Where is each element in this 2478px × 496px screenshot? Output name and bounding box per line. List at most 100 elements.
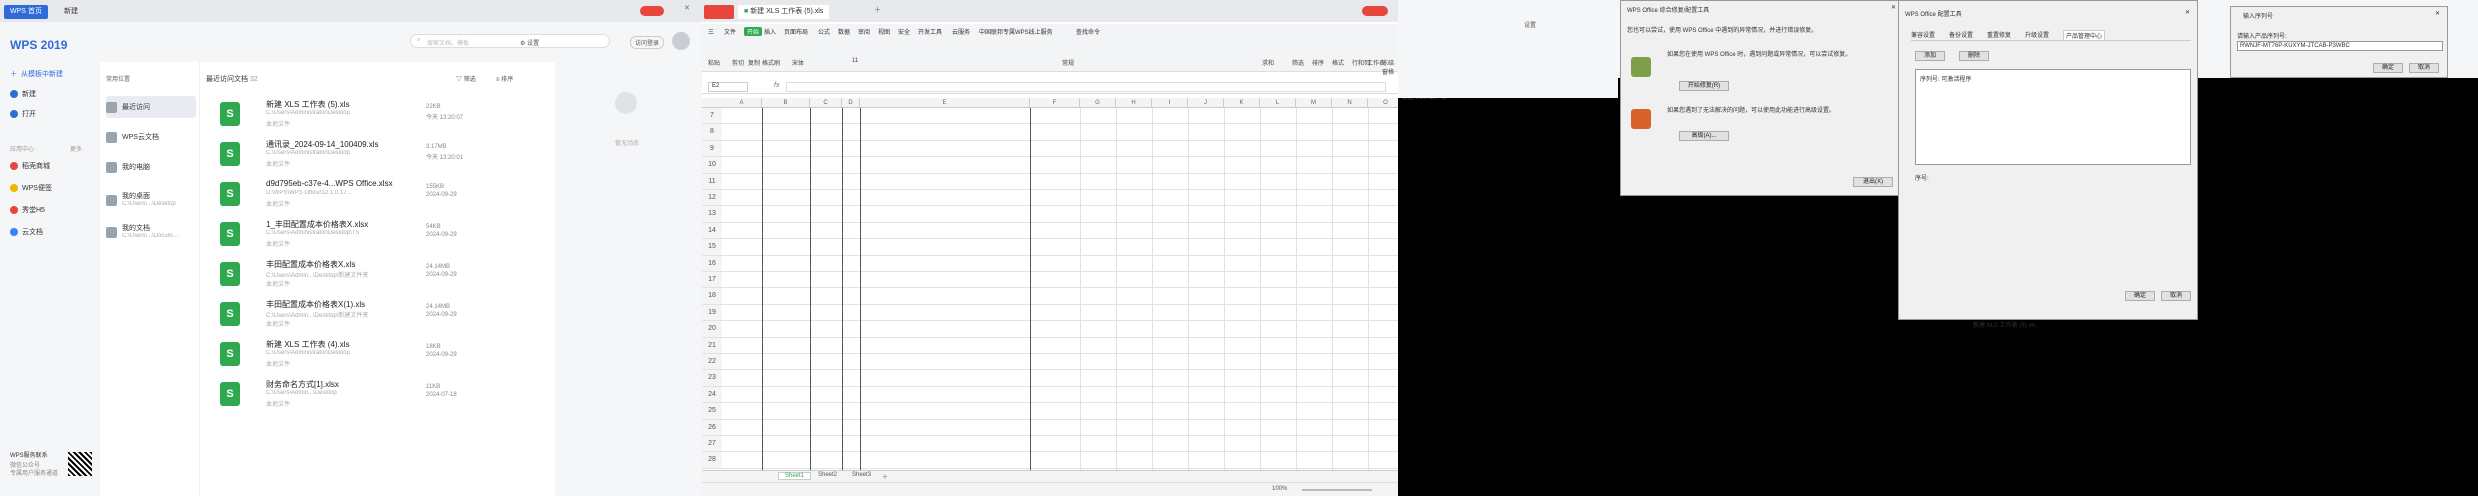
new-tab-icon[interactable]: ＋ — [874, 5, 881, 15]
file-row[interactable]: S 新建 XLS 工作表 (5).xls C:\Users\Administrato… — [220, 98, 540, 138]
ribbon-button[interactable]: 格式刷 — [762, 58, 780, 67]
tab-document[interactable]: ■ 新建 XLS 工作表 (5).xls — [738, 5, 830, 19]
login-badge[interactable] — [640, 6, 664, 16]
ribbon-button[interactable]: 排序 — [1312, 58, 1324, 67]
row-header[interactable]: 18 — [702, 288, 722, 305]
config-cancel-button[interactable]: 取消 — [2161, 291, 2191, 301]
file-row[interactable]: Sd9d795eb-c37e-4...WPS Office.xlsx D:\WPS… — [220, 178, 540, 218]
file-row[interactable]: S 新建 XLS 工作表 (4).xls C:\Users\Administrato… — [220, 338, 540, 378]
ribbon-button[interactable]: 格式 — [1332, 58, 1344, 67]
column-header[interactable]: B — [762, 98, 810, 108]
loc-computer[interactable]: 我的电脑 — [106, 156, 196, 178]
ribbon-button[interactable]: 粘贴 — [708, 58, 720, 67]
sheet-tab-1[interactable]: Sheet1 — [778, 472, 812, 480]
tab-new[interactable]: 新建 — [58, 5, 84, 19]
sheet-tab-3[interactable]: Sheet3 — [846, 472, 877, 478]
row-header[interactable]: 25 — [702, 403, 722, 420]
ribbon-button[interactable]: 冻结窗格 — [1382, 58, 1398, 76]
search-box[interactable]: ⌕ 搜索文档、模板 — [410, 34, 610, 48]
row-header[interactable]: 28 — [702, 452, 722, 469]
serial-input[interactable]: RWNJF-MT76P-KUXYM-JTCAB-P3WBC — [2237, 41, 2443, 51]
ribbon-button[interactable]: 复制 — [748, 58, 760, 67]
ribbon-button[interactable]: 剪切 — [732, 58, 744, 67]
ribbon-tab[interactable]: 查找命令 — [1076, 27, 1100, 36]
ribbon-tab[interactable]: 中国联邦专属WPS线上服务 — [979, 27, 1053, 36]
ribbon-tab[interactable]: 开始 — [744, 27, 763, 36]
config-ok-button[interactable]: 确定 — [2125, 291, 2155, 301]
advanced-button[interactable]: 高级(A)... — [1679, 131, 1729, 141]
ribbon-button[interactable]: 宋体 — [792, 58, 804, 67]
row-header[interactable]: 23 — [702, 370, 722, 387]
row-header[interactable]: 8 — [702, 124, 722, 141]
ribbon-tab[interactable]: 视图 — [878, 27, 890, 36]
config-close-icon[interactable]: ✕ — [2185, 9, 2190, 16]
loc-documents[interactable]: 我的文档 C:\Users\...\Documents — [106, 218, 196, 246]
nav-h5[interactable]: 秀堂H5 — [10, 204, 100, 216]
serial-list[interactable]: 序列号: 可激活程序 — [1915, 69, 2191, 165]
nav-notes[interactable]: WPS便签 — [10, 182, 100, 194]
config-tab[interactable]: 重置修复 — [1987, 30, 2011, 39]
nav-more[interactable]: 更多 — [70, 144, 82, 153]
ribbon-button[interactable]: 筛选 — [1292, 58, 1304, 67]
column-header[interactable]: D — [842, 98, 860, 108]
loc-desktop[interactable]: 我的桌面 C:\Users\...\Desktop — [106, 186, 196, 214]
ribbon-tab[interactable]: 公式 — [818, 27, 830, 36]
row-header[interactable]: 20 — [702, 321, 722, 338]
sheet-tab-2[interactable]: Sheet2 — [812, 472, 843, 478]
row-header[interactable]: 10 — [702, 157, 722, 174]
login-badge-2[interactable] — [1362, 6, 1388, 16]
ribbon-tab[interactable]: 三 — [708, 27, 714, 36]
column-header[interactable]: A — [722, 98, 762, 108]
formula-input[interactable] — [786, 82, 1386, 92]
column-header[interactable]: E — [860, 98, 1030, 108]
bg-settings[interactable]: 设置 — [1524, 20, 1536, 29]
cell-grid[interactable]: 7 8 9 10 11 12 13 14 15 16 17 18 19 20 21 22 23 24 25 26 27 2… — [702, 108, 1398, 470]
column-header[interactable]: O — [1368, 98, 1398, 108]
column-header[interactable]: K — [1224, 98, 1260, 108]
file-row[interactable]: S 1_丰田配置成本价格表X.xlsx C:\Users\Administrator… — [220, 218, 540, 258]
ribbon-tab[interactable]: 安全 — [898, 27, 910, 36]
avatar[interactable] — [672, 32, 690, 50]
nav-open[interactable]: 打开 — [10, 108, 100, 120]
column-header[interactable]: L — [1260, 98, 1296, 108]
row-header[interactable]: 14 — [702, 222, 722, 240]
column-header[interactable]: H — [1116, 98, 1152, 108]
column-header[interactable]: G — [1080, 98, 1116, 108]
nav-cloud[interactable]: 云文档 — [10, 226, 100, 238]
delete-button[interactable]: 删除 — [1959, 51, 1989, 61]
column-header[interactable]: C — [810, 98, 842, 108]
column-header[interactable]: I — [1152, 98, 1188, 108]
row-header[interactable]: 15 — [702, 239, 722, 256]
file-row[interactable]: S 丰田配置成本价格表X(1).xls C:\Users\Admin...\Desk… — [220, 298, 540, 338]
config-tab[interactable]: 兼容设置 — [1911, 30, 1935, 39]
file-row[interactable]: S 通讯录_2024-09-14_100409.xls C:\Users\Admin… — [220, 138, 540, 178]
row-header[interactable]: 26 — [702, 419, 722, 436]
config-tab[interactable]: 备份设置 — [1949, 30, 1973, 39]
ribbon-tab[interactable]: 页面布局 — [784, 27, 808, 36]
file-row[interactable]: S 财务命名方式[1].xlsx C:\Users\Admin...\Desktop… — [220, 378, 540, 418]
serial-close-icon[interactable]: ✕ — [2435, 10, 2440, 17]
column-header[interactable]: N — [1332, 98, 1368, 108]
ribbon-tab[interactable]: 数据 — [838, 27, 850, 36]
row-header[interactable]: 9 — [702, 140, 722, 158]
row-header[interactable]: 13 — [702, 206, 722, 223]
row-header[interactable]: 27 — [702, 436, 722, 453]
exit-button[interactable]: 退出(X) — [1853, 177, 1893, 187]
loc-recent[interactable]: 最近访问 — [106, 96, 196, 118]
ribbon-tab[interactable]: 插入 — [764, 27, 776, 36]
settings-button[interactable]: ⚙ 设置 — [520, 38, 539, 47]
repair-close-icon[interactable]: ✕ — [1891, 4, 1896, 11]
ribbon-button[interactable]: 11 — [852, 58, 858, 64]
sort-button[interactable]: ≡ 排序 — [496, 74, 513, 83]
user-login-button[interactable]: 访问登录 — [630, 36, 665, 49]
add-button[interactable]: 添加 — [1915, 51, 1945, 61]
fx-icon[interactable]: fx — [774, 82, 779, 89]
row-header[interactable]: 16 — [702, 255, 722, 272]
row-header[interactable]: 7 — [702, 108, 722, 125]
column-header[interactable]: M — [1296, 98, 1332, 108]
row-header[interactable]: 19 — [702, 304, 722, 322]
filter-button[interactable]: ▽ 筛选 — [456, 74, 476, 83]
zoom-slider[interactable] — [1302, 489, 1372, 491]
row-header[interactable]: 24 — [702, 386, 722, 404]
tab-wps-home[interactable]: WPS 首页 — [4, 5, 48, 19]
